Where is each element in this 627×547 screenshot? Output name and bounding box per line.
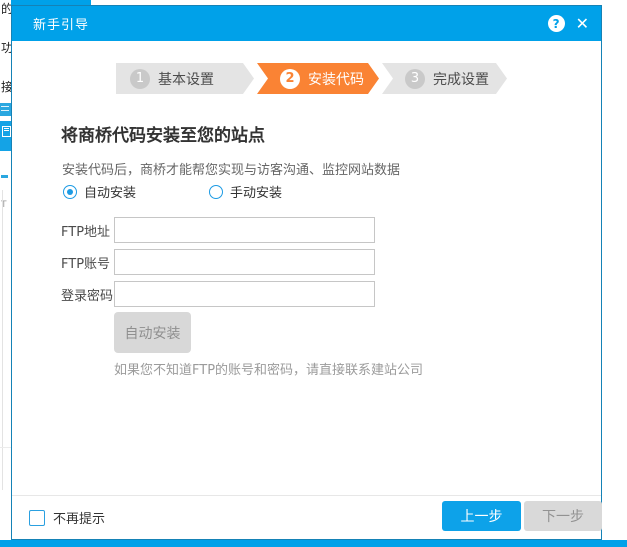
bg-divider (0, 447, 11, 448)
dialog-footer: 不再提示 上一步 下一步 (12, 496, 601, 540)
bg-tab-underline (1, 175, 8, 178)
radio-unselected-icon[interactable] (209, 185, 223, 199)
bg-bottom-bar (0, 540, 627, 547)
checkbox-unchecked-icon[interactable] (29, 510, 45, 526)
prev-step-button[interactable]: 上一步 (442, 501, 521, 531)
step-install-code-active: 2 安装代码 (257, 63, 379, 94)
document-icon (2, 126, 11, 137)
install-mode-radios: 自动安装 手动安装 (63, 182, 282, 201)
bg-text-fragment: 功能 (1, 39, 11, 56)
ftp-address-input[interactable] (114, 217, 375, 243)
login-password-input[interactable] (114, 281, 375, 307)
help-icon[interactable]: ? (548, 15, 565, 32)
page-title: 将商桥代码安装至您的站点 (61, 121, 265, 146)
bg-divider (2, 190, 3, 490)
ftp-address-row: FTP地址 (61, 217, 375, 243)
step-label: 基本设置 (158, 69, 214, 89)
radio-label: 自动安装 (84, 182, 136, 201)
radio-selected-icon[interactable] (63, 185, 77, 199)
next-step-button[interactable]: 下一步 (524, 501, 602, 531)
bg-text-fragment: 接在 (1, 78, 11, 95)
step-label: 安装代码 (308, 69, 364, 89)
bg-selected-tab-fragment (0, 121, 11, 151)
login-password-row: 登录密码 (61, 281, 375, 307)
dont-remind-checkbox-wrap[interactable]: 不再提示 (29, 508, 105, 527)
login-password-label: 登录密码 (61, 285, 114, 304)
ftp-account-row: FTP账号 (61, 249, 375, 275)
ftp-account-label: FTP账号 (61, 253, 114, 272)
step-label: 完成设置 (433, 69, 489, 89)
ftp-account-input[interactable] (114, 249, 375, 275)
background-window-sliver: 的项 功能 接在 T (0, 0, 11, 547)
ftp-address-label: FTP地址 (61, 221, 114, 240)
radio-auto-install[interactable]: 自动安装 (63, 182, 136, 201)
checkbox-label: 不再提示 (53, 508, 105, 527)
auto-install-button[interactable]: 自动安装 (114, 312, 191, 353)
step-number-badge: 1 (130, 69, 150, 89)
radio-label: 手动安装 (230, 182, 282, 201)
step-number-badge: 2 (280, 69, 300, 89)
close-icon[interactable]: ✕ (574, 16, 591, 32)
page-subtitle: 安装代码后，商桥才能帮您实现与访客沟通、监控网站数据 (62, 159, 400, 178)
radio-manual-install[interactable]: 手动安装 (209, 182, 282, 201)
step-number-badge: 3 (405, 69, 425, 89)
bg-toolbar-fragment (0, 103, 11, 116)
ftp-hint-text: 如果您不知道FTP的账号和密码，请直接联系建站公司 (114, 359, 423, 378)
newbie-guide-dialog: 新手引导 ? ✕ 1 基本设置 2 安装代码 3 完成设置 将商桥代码安装至您的… (11, 5, 602, 540)
step-basic-settings: 1 基本设置 (116, 63, 254, 94)
step-finish-settings: 3 完成设置 (382, 63, 507, 94)
dialog-title: 新手引导 (33, 14, 89, 33)
dialog-titlebar: 新手引导 ? ✕ (12, 6, 601, 41)
bg-text-fragment: 的项 (1, 0, 11, 17)
